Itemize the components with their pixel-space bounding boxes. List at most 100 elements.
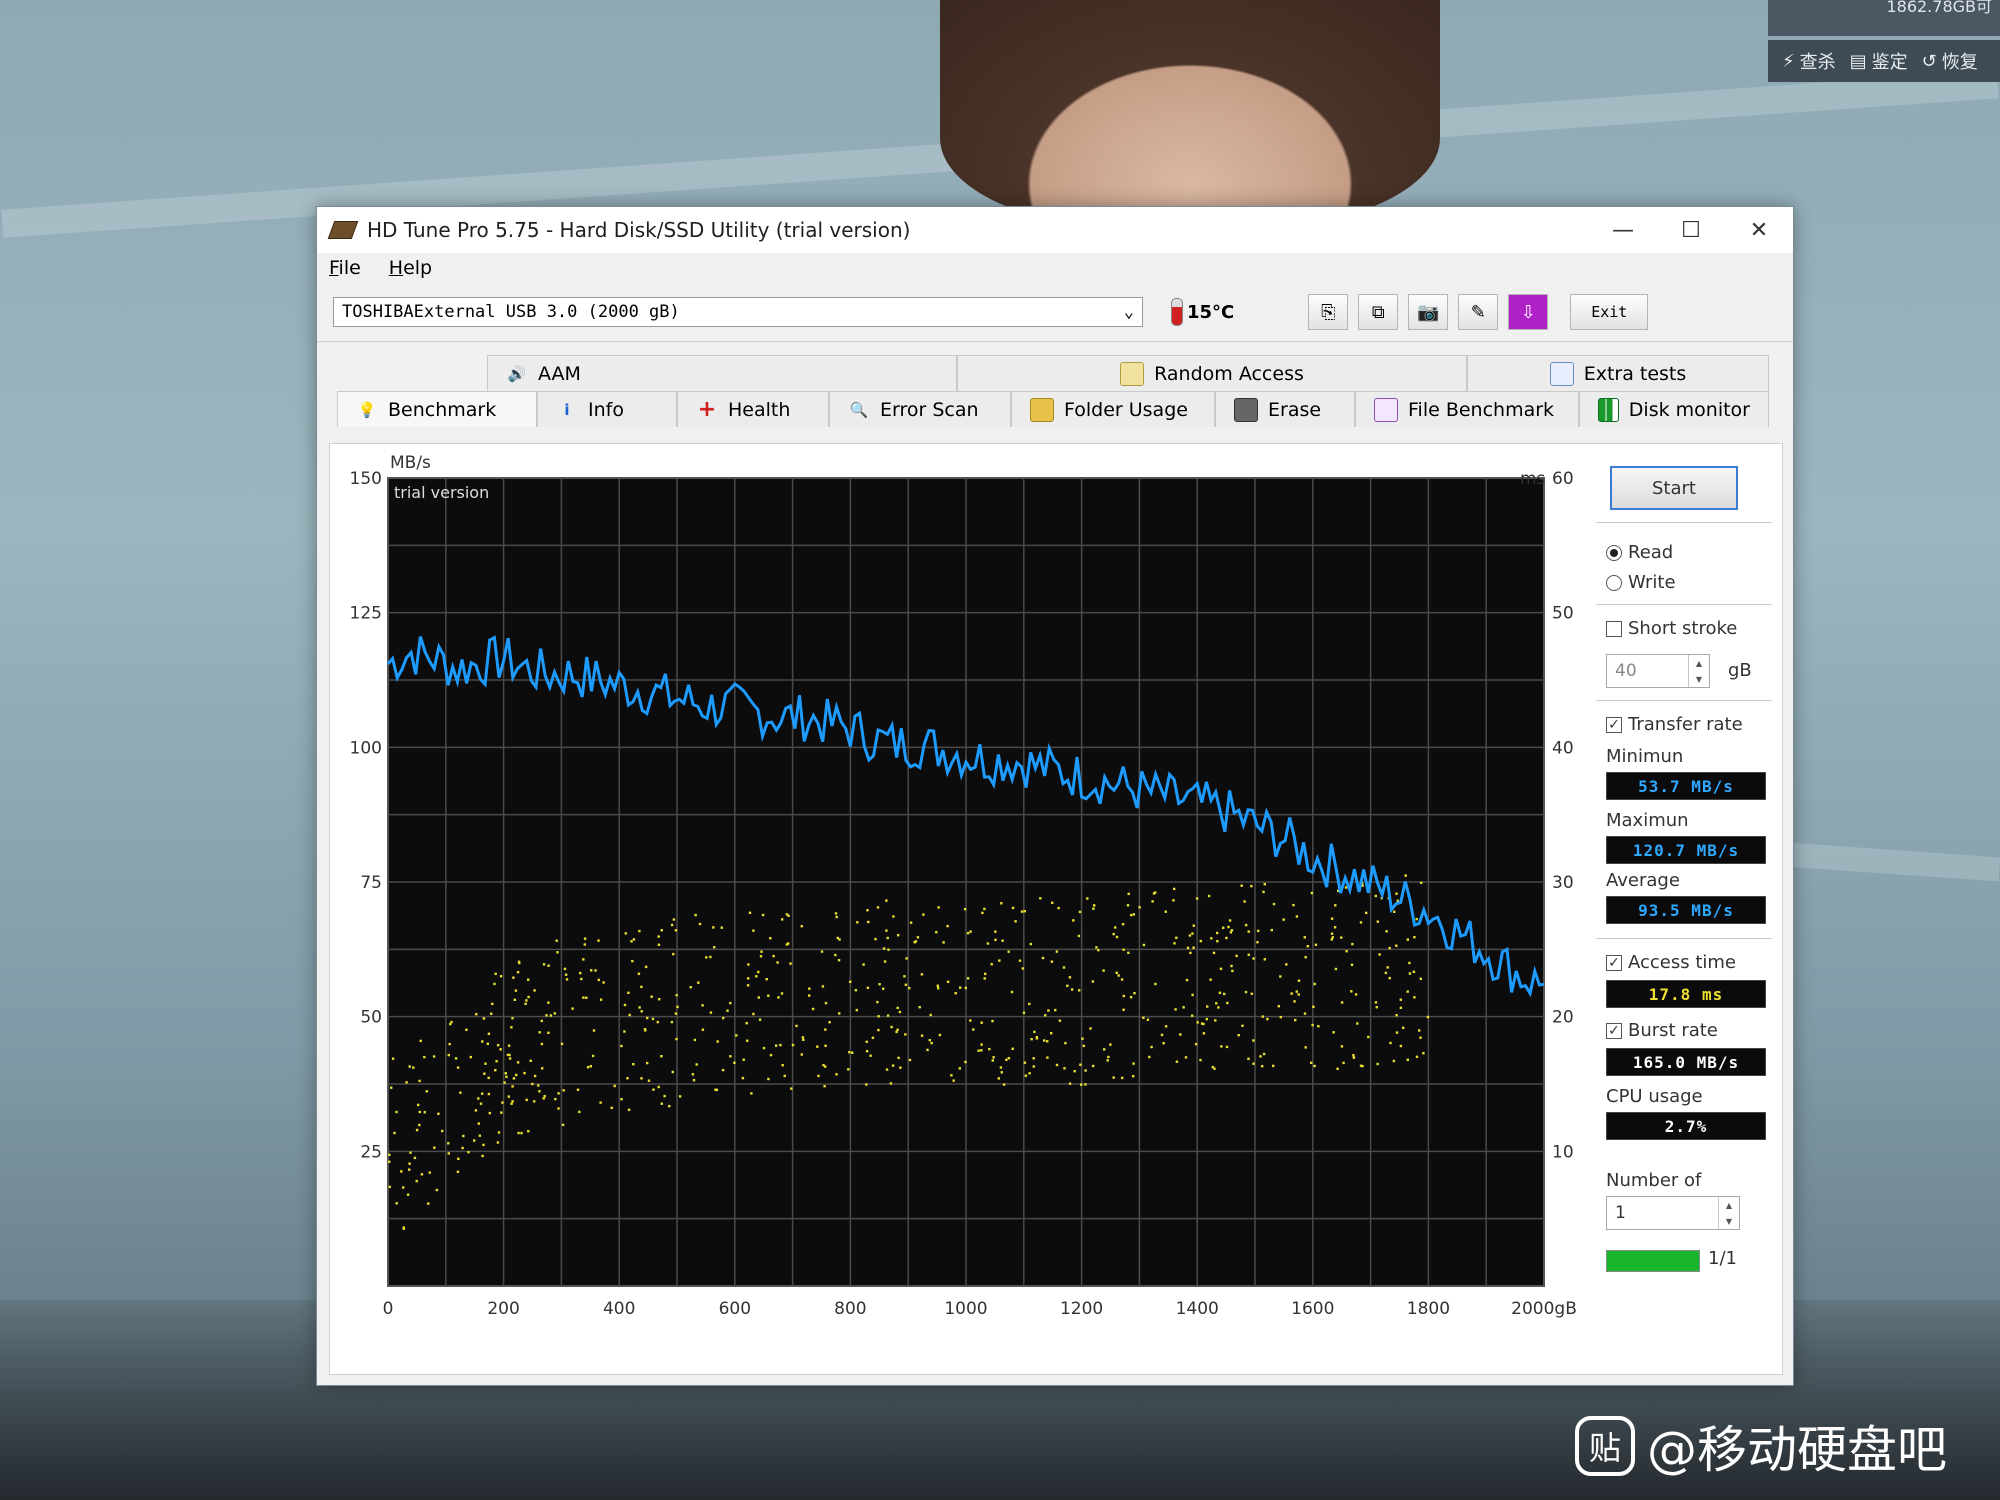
tab-error-scan[interactable]: 🔍 Error Scan [829, 391, 1011, 427]
cpu-usage-label: CPU usage [1606, 1086, 1703, 1107]
access-time-point [1219, 967, 1223, 970]
access-time-point [678, 1095, 682, 1098]
access-time-point [1415, 1055, 1419, 1058]
access-time-point [599, 998, 603, 1001]
start-button[interactable]: Start [1610, 466, 1738, 510]
tray-item-restore[interactable]: ↺ 恢复 [1922, 48, 1978, 74]
access-time-point [1164, 1025, 1168, 1028]
access-time-point [1226, 1001, 1229, 1005]
options-button[interactable]: ✎ [1458, 294, 1499, 330]
y-left-tick-label: 75 [360, 873, 382, 893]
access-time-point [759, 955, 763, 958]
access-time-point [838, 938, 841, 941]
screenshot-button[interactable]: 📷 [1408, 294, 1449, 330]
close-button[interactable]: ✕ [1725, 207, 1793, 253]
access-time-point [1223, 992, 1226, 996]
access-time-point [562, 1089, 565, 1092]
tab-disk-monitor[interactable]: Disk monitor [1579, 391, 1769, 427]
download-button[interactable]: ⇩ [1508, 294, 1549, 330]
tab-extra-tests[interactable]: Extra tests [1467, 355, 1769, 391]
access-time-point [1313, 1064, 1316, 1068]
checkbox-box: ✓ [1606, 716, 1622, 733]
access-time-point [1342, 1061, 1345, 1065]
tray-item-scan[interactable]: ⚡ 查杀 [1782, 48, 1836, 74]
access-time-point [1018, 959, 1022, 962]
access-time-point [1132, 1062, 1135, 1065]
menu-help[interactable]: Help [389, 257, 432, 279]
access-time-point [1344, 886, 1348, 889]
y-right-tick-label: 50 [1552, 604, 1574, 624]
access-time-point [675, 1037, 678, 1041]
access-time-point [1331, 936, 1334, 939]
access-time-point [1310, 891, 1314, 895]
access-time-point [1112, 1076, 1115, 1079]
access-time-point [512, 976, 515, 979]
access-time-point [877, 1015, 880, 1018]
access-time-point [746, 984, 750, 987]
tab-info[interactable]: i Info [537, 391, 677, 427]
access-time-point [1250, 992, 1253, 995]
access-time-point [557, 1107, 560, 1110]
minimize-button[interactable]: — [1589, 207, 1657, 253]
access-time-point [920, 1034, 924, 1037]
access-time-point [946, 980, 950, 983]
copy-info-button[interactable]: ⎘ [1308, 294, 1349, 330]
tab-benchmark[interactable]: 💡 Benchmark [337, 391, 537, 427]
access-time-checkbox[interactable]: ✓ Access time [1606, 952, 1736, 973]
chevron-down-icon: ⌄ [1123, 302, 1134, 322]
lightning-icon: ⚡ [1782, 50, 1795, 72]
number-of-spinner[interactable]: 1 ▲ ▼ [1606, 1196, 1740, 1230]
access-time-point [638, 929, 641, 933]
tab-health[interactable]: + Health [677, 391, 829, 427]
tab-folder-usage[interactable]: Folder Usage [1011, 391, 1215, 427]
access-time-point [433, 1146, 436, 1149]
access-time-point [800, 1053, 803, 1056]
y-left-unit: MB/s [390, 453, 431, 473]
drive-select[interactable]: TOSHIBAExternal USB 3.0 (2000 gB) ⌄ [333, 297, 1143, 327]
health-cross-icon: + [697, 396, 717, 422]
access-time-point [1150, 1045, 1153, 1049]
copy-all-button[interactable]: ⧉ [1358, 294, 1399, 330]
tray-item-identify[interactable]: ▤ 鉴定 [1850, 48, 1908, 74]
access-time-point [490, 1012, 493, 1015]
tab-aam[interactable]: 🔊 AAM [487, 355, 957, 391]
access-time-point [1297, 993, 1300, 996]
access-time-point [547, 964, 550, 967]
system-tray-toolbar: ⚡ 查杀 ▤ 鉴定 ↺ 恢复 [1768, 40, 2000, 82]
tab-random-access[interactable]: Random Access [957, 355, 1467, 391]
exit-button[interactable]: Exit [1570, 294, 1649, 330]
access-time-point [1304, 956, 1307, 959]
access-time-point [889, 1082, 893, 1085]
burst-rate-checkbox[interactable]: ✓ Burst rate [1606, 1020, 1718, 1041]
access-time-point [504, 1072, 507, 1075]
access-time-point [670, 923, 674, 927]
access-time-point [1295, 915, 1299, 918]
transfer-rate-checkbox[interactable]: ✓ Transfer rate [1606, 714, 1743, 735]
spinner-arrows[interactable]: ▲ ▼ [1688, 655, 1709, 687]
access-time-point [623, 1003, 627, 1007]
spinner-arrows[interactable]: ▲ ▼ [1718, 1197, 1739, 1229]
short-stroke-spinner[interactable]: 40 ▲ ▼ [1606, 654, 1710, 688]
access-time-point [899, 1066, 902, 1069]
access-time-point [1354, 993, 1358, 996]
access-time-point [1297, 979, 1301, 982]
short-stroke-checkbox[interactable]: Short stroke [1606, 618, 1737, 639]
access-time-point [865, 1050, 869, 1053]
tab-file-benchmark[interactable]: File Benchmark [1355, 391, 1579, 427]
access-time-point [1039, 897, 1042, 900]
access-time-point [1148, 1055, 1151, 1059]
access-time-point [1152, 892, 1156, 895]
access-time-point [514, 989, 518, 992]
read-radio[interactable]: Read [1606, 542, 1673, 563]
maximize-button[interactable]: ☐ [1657, 207, 1725, 253]
access-time-point [1202, 1032, 1206, 1035]
access-time-point [486, 1042, 489, 1045]
access-time-point [415, 1128, 419, 1132]
access-time-point [579, 971, 582, 975]
access-time-point [1259, 1055, 1262, 1058]
write-radio[interactable]: Write [1606, 572, 1676, 593]
menu-file[interactable]: File [329, 257, 361, 279]
access-time-point [1217, 1006, 1220, 1009]
access-time-point [441, 1129, 444, 1133]
tab-erase[interactable]: Erase [1215, 391, 1355, 427]
